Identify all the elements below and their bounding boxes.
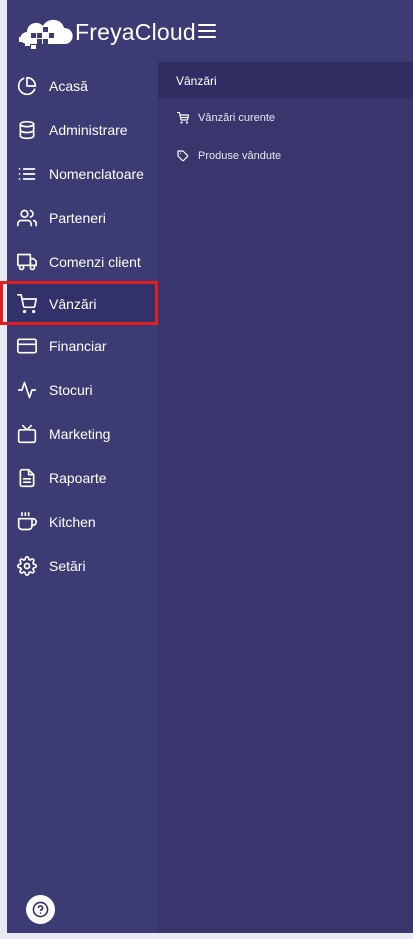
app-shell: FreyaCloud Acasă Administrare Nomenclato… xyxy=(0,0,413,933)
submenu-item-label: Produse vândute xyxy=(198,150,282,162)
truck-icon xyxy=(17,252,37,272)
app-header: FreyaCloud xyxy=(7,0,413,62)
sidebar-item-vanzari[interactable]: Vânzări xyxy=(7,284,158,324)
sidebar-item-comenzi-client[interactable]: Comenzi client xyxy=(7,242,158,282)
sidebar-item-marketing[interactable]: Marketing xyxy=(7,414,158,454)
sidebar-item-label: Rapoarte xyxy=(49,470,107,486)
submenu-panel: Vânzări Vânzări curente Produse vândute xyxy=(158,62,413,933)
sidebar-item-label: Comenzi client xyxy=(49,254,141,270)
brand-name: FreyaCloud xyxy=(75,19,196,45)
list-icon xyxy=(17,164,37,184)
sidebar-item-label: Acasă xyxy=(49,78,88,94)
shopping-cart-icon xyxy=(17,294,37,314)
sidebar-item-kitchen[interactable]: Kitchen xyxy=(7,502,158,542)
sidebar-item-acasa[interactable]: Acasă xyxy=(7,66,158,106)
submenu-header: Vânzări xyxy=(158,62,413,99)
sidebar-item-label: Setări xyxy=(49,558,86,574)
sidebar-item-label: Nomenclatoare xyxy=(49,166,144,182)
sidebar-item-label: Stocuri xyxy=(49,382,93,398)
database-icon xyxy=(17,120,37,140)
sidebar-item-rapoarte[interactable]: Rapoarte xyxy=(7,458,158,498)
coffee-cup-icon xyxy=(17,512,37,532)
submenu-title: Vânzări xyxy=(176,74,217,88)
sidebar-item-label: Administrare xyxy=(49,122,128,138)
submenu-item-vanzari-curente[interactable]: Vânzări curente xyxy=(158,100,413,136)
pie-chart-icon xyxy=(17,76,37,96)
tv-icon xyxy=(17,424,37,444)
sidebar: Acasă Administrare Nomenclatoare Partene… xyxy=(0,62,158,933)
file-text-icon xyxy=(17,468,37,488)
credit-card-icon xyxy=(17,336,37,356)
cart-icon xyxy=(177,112,189,124)
sidebar-item-label: Parteneri xyxy=(49,210,106,226)
sidebar-item-label: Financiar xyxy=(49,338,107,354)
sidebar-item-label: Kitchen xyxy=(49,514,96,530)
hamburger-icon[interactable] xyxy=(198,23,216,39)
tag-icon xyxy=(177,150,189,162)
sidebar-item-parteneri[interactable]: Parteneri xyxy=(7,198,158,238)
sidebar-item-financiar[interactable]: Financiar xyxy=(7,326,158,366)
window-left-edge xyxy=(0,0,7,939)
sidebar-item-label: Vânzări xyxy=(49,296,97,312)
freyacloud-logo-icon[interactable] xyxy=(14,14,76,50)
submenu-item-produse-vandute[interactable]: Produse vândute xyxy=(158,138,413,174)
settings-icon xyxy=(17,556,37,576)
sidebar-item-stocuri[interactable]: Stocuri xyxy=(7,370,158,410)
window-bottom-edge xyxy=(0,933,413,939)
sidebar-item-nomenclatoare[interactable]: Nomenclatoare xyxy=(7,154,158,194)
users-icon xyxy=(17,208,37,228)
sidebar-item-setari[interactable]: Setări xyxy=(7,546,158,586)
submenu-item-label: Vânzări curente xyxy=(198,112,276,124)
sidebar-item-administrare[interactable]: Administrare xyxy=(7,110,158,150)
help-button[interactable] xyxy=(26,895,55,924)
help-circle-icon xyxy=(32,901,49,918)
sidebar-item-label: Marketing xyxy=(49,426,111,442)
activity-icon xyxy=(17,380,37,400)
